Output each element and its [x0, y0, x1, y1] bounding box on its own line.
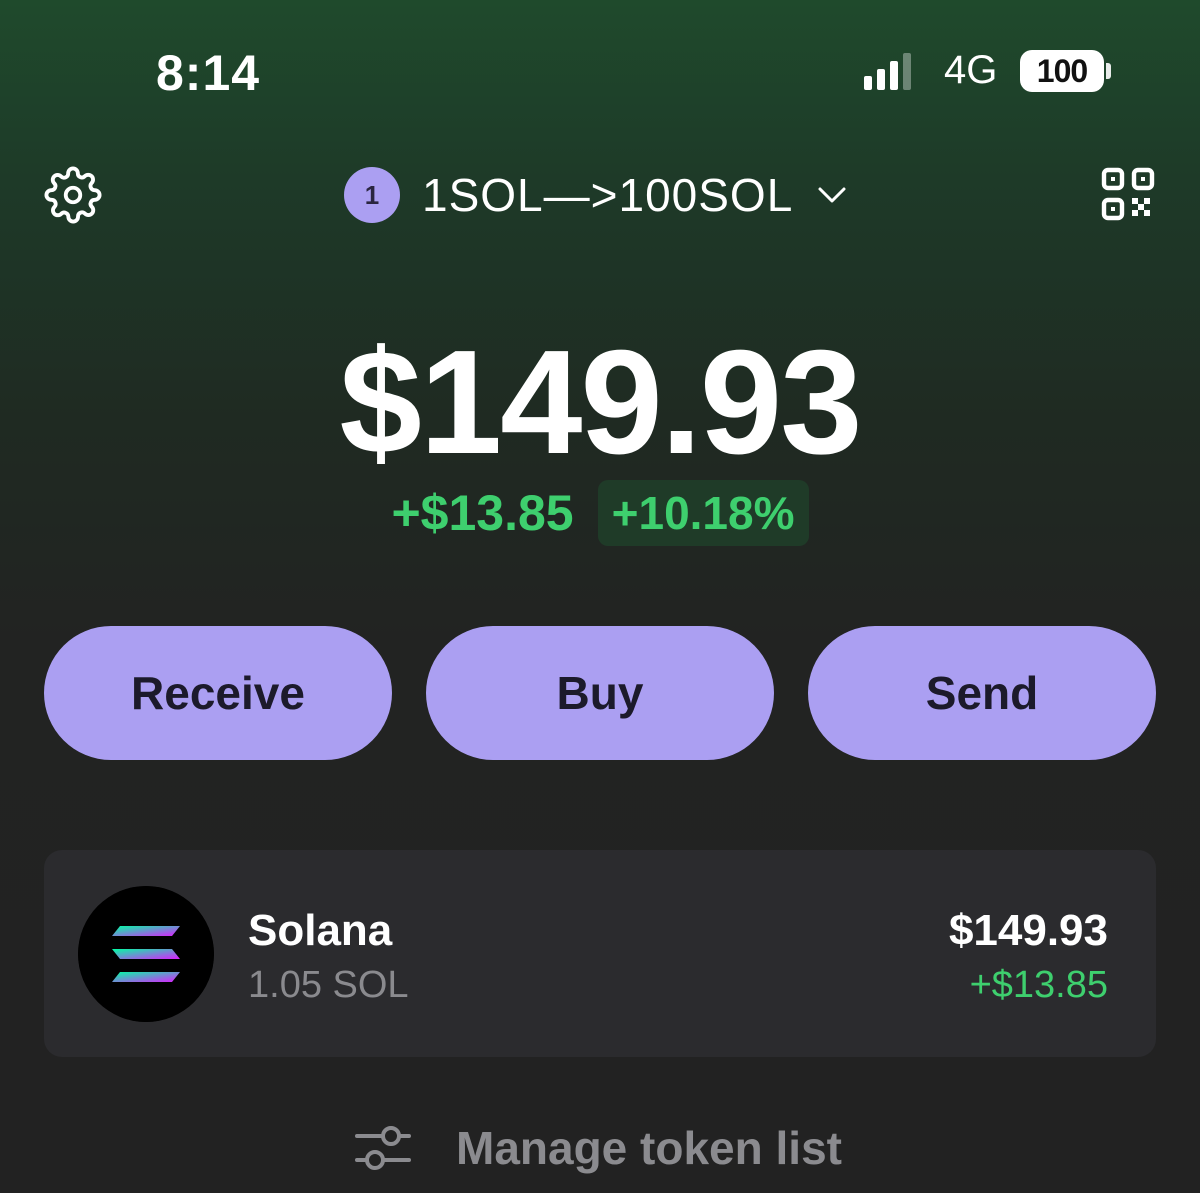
- account-avatar: 1: [344, 167, 400, 223]
- sliders-icon: [355, 1126, 411, 1170]
- manage-token-list-label: Manage token list: [456, 1122, 842, 1174]
- gear-icon[interactable]: [44, 166, 102, 224]
- buy-button[interactable]: Buy: [426, 626, 774, 760]
- balance-change-amount: +$13.85: [391, 485, 574, 541]
- token-value: $149.93: [948, 906, 1108, 955]
- battery-icon: 100: [1020, 50, 1112, 92]
- action-buttons: Receive Buy Send: [44, 626, 1156, 760]
- balance-change: +$13.85 +10.18%: [0, 480, 1200, 546]
- manage-token-list-button[interactable]: Manage token list: [354, 1120, 842, 1176]
- network-type: 4G: [944, 48, 998, 92]
- send-button[interactable]: Send: [808, 626, 1156, 760]
- token-change: +$13.85: [969, 964, 1108, 1006]
- token-amount: 1.05 SOL: [248, 964, 409, 1006]
- account-selector[interactable]: 1 1SOL—>100SOL: [344, 166, 847, 224]
- solana-logo-icon: [78, 886, 214, 1022]
- total-balance: $149.93: [339, 320, 863, 485]
- account-name: 1SOL—>100SOL: [422, 169, 794, 221]
- signal-strength-icon: [864, 53, 911, 90]
- token-row-solana[interactable]: Solana 1.05 SOL $149.93 +$13.85: [44, 850, 1156, 1057]
- receive-button[interactable]: Receive: [44, 626, 392, 760]
- balance-change-percent: +10.18%: [597, 480, 809, 546]
- token-name: Solana: [248, 906, 393, 955]
- battery-level: 100: [1020, 50, 1104, 92]
- qr-code-icon[interactable]: [1100, 166, 1156, 222]
- chevron-down-icon: [818, 187, 846, 203]
- status-time: 8:14: [156, 45, 261, 101]
